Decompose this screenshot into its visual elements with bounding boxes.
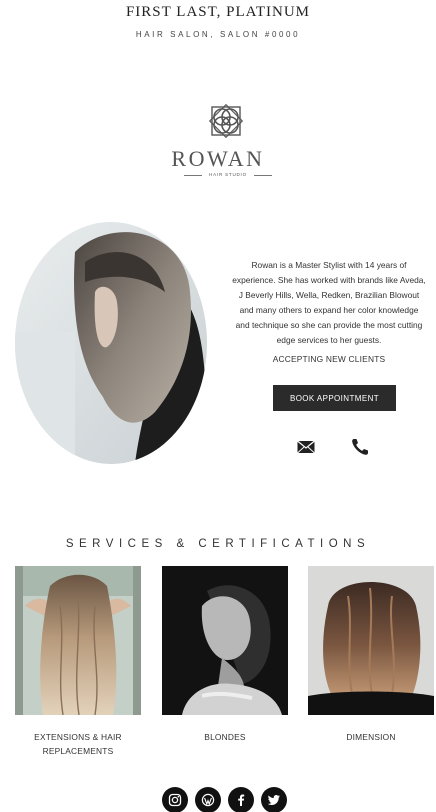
envelope-icon[interactable] bbox=[296, 437, 316, 457]
service-image-blondes bbox=[162, 566, 288, 715]
rowan-logo: ROWAN HAIR STUDIO bbox=[0, 100, 436, 180]
salon-subtitle: HAIR SALON, SALON #0000 bbox=[135, 30, 301, 39]
wordpress-icon[interactable] bbox=[195, 787, 221, 812]
logo-wordmark: ROWAN bbox=[171, 146, 265, 171]
stylist-portrait-image bbox=[15, 222, 207, 464]
brunette-bob-balayage-image bbox=[308, 566, 434, 715]
facebook-icon[interactable] bbox=[228, 787, 254, 812]
tagline-rule-right bbox=[254, 175, 272, 176]
service-label-extensions: EXTENSIONS & HAIR REPLACEMENTS bbox=[34, 732, 122, 756]
accepting-status: ACCEPTING NEW CLIENTS bbox=[272, 354, 386, 364]
phone-icon[interactable] bbox=[350, 437, 370, 457]
stylist-name: FIRST LAST, PLATINUM bbox=[125, 4, 311, 20]
stylist-portrait bbox=[15, 222, 207, 464]
long-wavy-hair-image bbox=[15, 566, 141, 715]
instagram-icon[interactable] bbox=[162, 787, 188, 812]
logo-tagline-wrap: HAIR STUDIO bbox=[184, 172, 272, 180]
twitter-icon[interactable] bbox=[261, 787, 287, 812]
book-appointment-button[interactable]: BOOK APPOINTMENT bbox=[273, 385, 396, 411]
service-label-blondes: BLONDES bbox=[204, 732, 246, 742]
service-image-dimension bbox=[308, 566, 434, 715]
black-and-white-portrait-image bbox=[162, 566, 288, 715]
stylist-bio: Rowan is a Master Stylist with 14 years … bbox=[232, 260, 426, 345]
interlocking-circles-logo-icon bbox=[208, 103, 244, 139]
service-label-dimension: DIMENSION bbox=[346, 732, 396, 742]
services-heading: SERVICES & CERTIFICATIONS bbox=[65, 538, 371, 550]
service-image-extensions bbox=[15, 566, 141, 715]
